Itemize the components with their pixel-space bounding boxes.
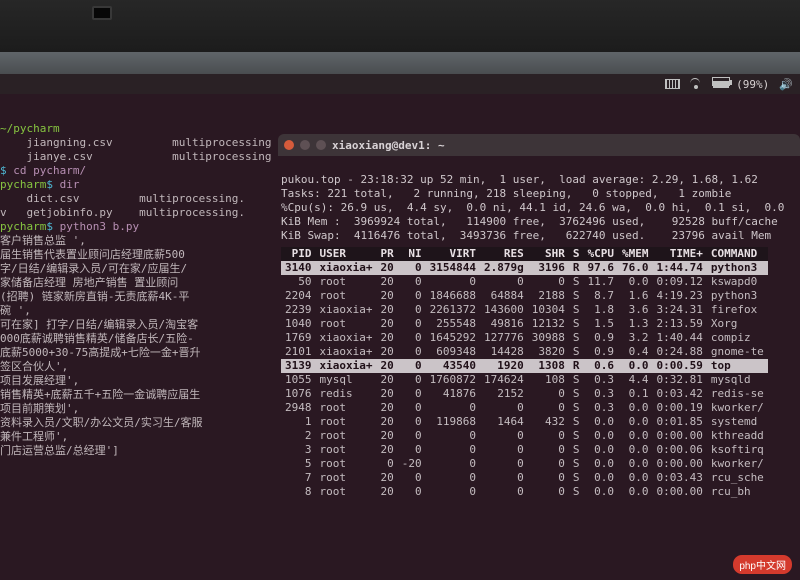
process-row: 5root0-20000S0.00.00:00.00kworker/ [281,457,768,471]
laptop-bezel [0,0,800,52]
process-row: 2204root2001846688648842188S8.71.64:19.2… [281,289,768,303]
col-cpu[interactable]: %CPU [583,247,618,261]
col-res[interactable]: RES [480,247,528,261]
top-summary-line4: KiB Mem : 3969924 total, 114900 free, 37… [281,215,778,228]
webcam [92,6,112,20]
process-row: 1root2001198681464432S0.00.00:01.85syste… [281,415,768,429]
col-mem[interactable]: %MEM [618,247,653,261]
process-row: 3139xiaoxia+2004354019201308R0.60.00:00.… [281,359,768,373]
desktop: ~/pycharm jiangning.csv multiprocessing … [0,94,800,580]
volume-icon[interactable]: 🔊 [779,78,792,91]
top-summary-line1: pukou.top - 23:18:32 up 52 min, 1 user, … [281,173,758,186]
top-summary-line2: Tasks: 221 total, 2 running, 218 sleepin… [281,187,731,200]
col-ni[interactable]: NI [398,247,426,261]
col-time[interactable]: TIME+ [652,247,706,261]
col-pid[interactable]: PID [281,247,316,261]
watermark-badge: php中文网 [733,555,792,574]
process-row: 1040root2002555484981612132S1.51.32:13.5… [281,317,768,331]
minimize-icon[interactable] [300,140,310,150]
wifi-icon[interactable] [690,79,702,89]
process-row: 7root200000S0.00.00:03.43rcu_sche [281,471,768,485]
top-summary-line3: %Cpu(s): 26.9 us, 4.4 sy, 0.0 ni, 44.1 i… [281,201,784,214]
process-row: 8root200000S0.00.00:00.00rcu_bh [281,485,768,499]
terminal-body[interactable]: pukou.top - 23:18:32 up 52 min, 1 user, … [278,156,800,530]
process-row: 2101xiaoxia+200609348144283820S0.90.40:2… [281,345,768,359]
top-summary-line5: KiB Swap: 4116476 total, 3493736 free, 6… [281,229,771,242]
col-command[interactable]: COMMAND [707,247,768,261]
window-title: xiaoxiang@dev1: ~ [332,139,445,152]
window-titlebar[interactable]: xiaoxiang@dev1: ~ [278,134,800,156]
battery-pct: (99%) [736,78,769,91]
col-virt[interactable]: VIRT [426,247,480,261]
close-icon[interactable] [284,140,294,150]
col-pr[interactable]: PR [376,247,397,261]
process-table-header: PIDUSERPRNIVIRTRESSHRS%CPU%MEMTIME+COMMA… [281,247,768,261]
process-row: 3root200000S0.00.00:00.06ksoftirq [281,443,768,457]
process-row: 1076redis2004187621520S0.30.10:03.42redi… [281,387,768,401]
process-row: 3140xiaoxia+20031548442.879g3196R97.676.… [281,261,768,275]
battery-indicator[interactable]: (99%) [712,77,770,91]
col-shr[interactable]: SHR [528,247,569,261]
maximize-icon[interactable] [316,140,326,150]
keyboard-icon[interactable] [665,79,680,89]
process-row: 50root200000S11.70.00:09.12kswapd0 [281,275,768,289]
col-s[interactable]: S [569,247,584,261]
col-user[interactable]: USER [316,247,377,261]
process-row: 1769xiaoxia+200164529212777630988S0.93.2… [281,331,768,345]
vm-toolbar [0,52,800,74]
process-row: 2root200000S0.00.00:00.00kthreadd [281,429,768,443]
process-row: 1055mysql2001760872174624108S0.34.40:32.… [281,373,768,387]
process-row: 2239xiaoxia+200226137214360010304S1.83.6… [281,303,768,317]
process-row: 2948root200000S0.30.00:00.19kworker/ [281,401,768,415]
process-table: PIDUSERPRNIVIRTRESSHRS%CPU%MEMTIME+COMMA… [281,247,768,499]
top-terminal-window[interactable]: xiaoxiang@dev1: ~ pukou.top - 23:18:32 u… [278,134,800,580]
desktop-statusbar: (99%) 🔊 [0,74,800,94]
